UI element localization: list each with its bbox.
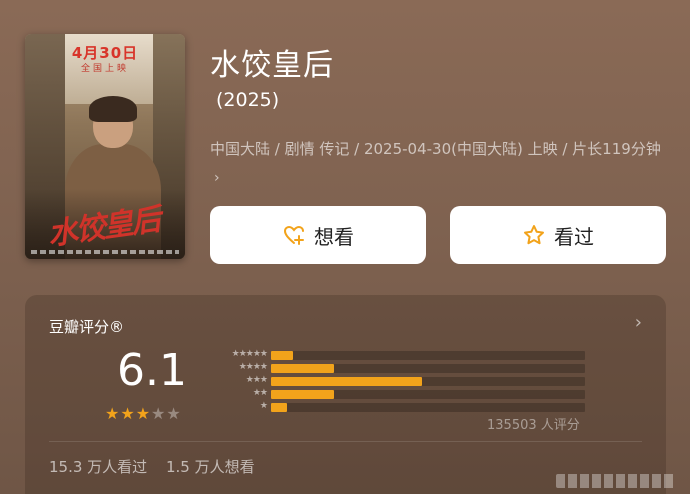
star-empty-icon: ★ — [151, 404, 167, 423]
distribution-track — [271, 403, 585, 412]
chevron-right-icon: › — [214, 170, 220, 186]
distribution-stars-label: ★★ — [252, 388, 268, 398]
heart-plus-icon — [283, 225, 304, 245]
poster-release: 全国上映 — [80, 64, 129, 74]
distribution-track — [271, 364, 585, 373]
want-to-watch-button[interactable]: 想看 — [210, 206, 426, 264]
chevron-right-icon[interactable]: › — [635, 312, 642, 333]
divider — [49, 441, 642, 442]
distribution-bar — [271, 390, 334, 399]
distribution-bar — [271, 377, 422, 386]
audience-stats: 15.3 万人看过 1.5 万人想看 — [49, 456, 255, 477]
movie-poster[interactable]: 4月30日 全国上映 水饺皇后 — [25, 34, 185, 259]
distribution-track — [271, 390, 585, 399]
seen-label: 看过 — [554, 224, 594, 249]
distribution-stars-label: ★ — [259, 401, 268, 411]
distribution-bar — [271, 351, 293, 360]
star-filled-icon: ★ — [105, 404, 121, 423]
poster-date: 4月30日 — [71, 44, 139, 62]
want-label: 想看 — [314, 224, 354, 249]
poster-figure-hair — [89, 96, 137, 122]
star-filled-icon: ★ — [135, 404, 152, 423]
distribution-bar — [271, 403, 287, 412]
rating-stars: ★★★★★ — [105, 404, 182, 423]
distribution-bar — [271, 364, 334, 373]
watched-button[interactable]: 看过 — [450, 206, 666, 264]
movie-meta[interactable]: 中国大陆 / 剧情 传记 / 2025-04-30(中国大陆) 上映 / 片长1… — [210, 135, 662, 192]
rating-count: 135503 人评分 — [487, 418, 580, 433]
star-filled-icon: ★ — [120, 404, 136, 423]
movie-year: (2025) — [216, 89, 280, 111]
rating-score: 6.1 — [117, 345, 187, 396]
rating-card[interactable]: 豆瓣评分® › 6.1 ★★★★★ ★★★★★ ★★★★ ★★★ ★★ ★ 135503… — [25, 295, 666, 494]
rating-header: 豆瓣评分® — [49, 318, 125, 336]
wish-count: 1.5 万人想看 — [165, 458, 255, 476]
distribution-track — [271, 351, 585, 360]
star-empty-icon: ★ — [166, 404, 182, 423]
poster-credits — [31, 250, 179, 254]
distribution-track — [271, 377, 585, 386]
movie-meta-text: 中国大陆 / 剧情 传记 / 2025-04-30(中国大陆) 上映 / 片长1… — [210, 140, 661, 158]
watermark — [556, 474, 676, 488]
movie-title: 水饺皇后 — [210, 48, 334, 83]
distribution-stars-label: ★★★★★ — [231, 349, 268, 359]
distribution-stars-label: ★★★ — [245, 375, 268, 385]
distribution-stars-label: ★★★★ — [238, 362, 268, 372]
watched-count: 15.3 万人看过 — [49, 458, 148, 476]
star-outline-icon — [524, 225, 544, 245]
